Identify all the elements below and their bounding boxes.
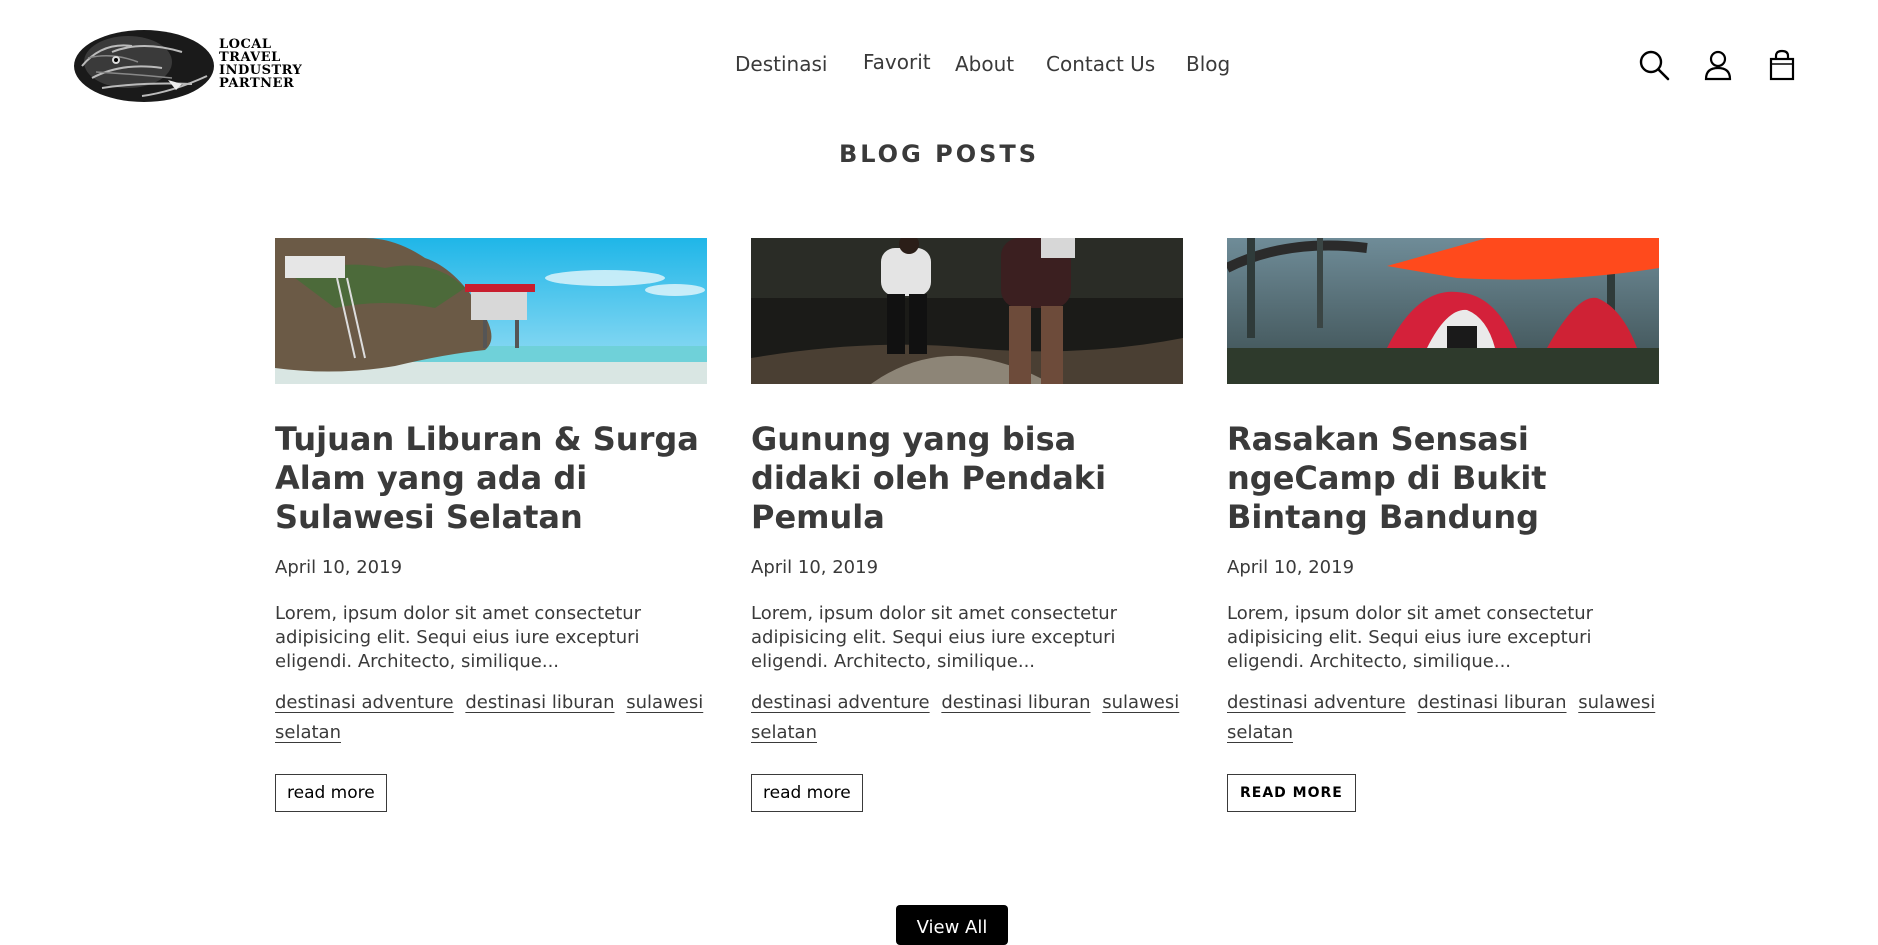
cart-icon[interactable] bbox=[1766, 48, 1798, 82]
tag-link[interactable]: destinasi liburan bbox=[941, 692, 1090, 713]
nav-item-blog[interactable]: Blog bbox=[1186, 52, 1230, 76]
blog-card: Tujuan Liburan & Surga Alam yang ada di … bbox=[275, 238, 707, 812]
read-more-button[interactable]: read more bbox=[751, 774, 863, 812]
header-icons bbox=[1638, 48, 1798, 82]
tag-link[interactable]: destinasi adventure bbox=[751, 692, 930, 713]
blog-card-title[interactable]: Rasakan Sensasi ngeCamp di Bukit Bintang… bbox=[1227, 420, 1659, 537]
blog-card-excerpt: Lorem, ipsum dolor sit amet consectetur … bbox=[275, 603, 642, 672]
section-title: BLOG POSTS bbox=[838, 140, 1040, 168]
blog-card-image[interactable] bbox=[751, 238, 1183, 384]
blog-card-date: April 10, 2019 bbox=[275, 557, 403, 578]
blog-card-excerpt: Lorem, ipsum dolor sit amet consectetur … bbox=[1227, 603, 1594, 672]
view-all-button[interactable]: View All bbox=[896, 905, 1008, 945]
blog-card: Gunung yang bisa didaki oleh Pendaki Pem… bbox=[751, 238, 1183, 812]
blog-card-tags: destinasi adventure destinasi liburan su… bbox=[751, 688, 1183, 748]
main-nav: Destinasi Favorit About Contact Us Blog bbox=[0, 50, 1878, 82]
search-icon[interactable] bbox=[1638, 48, 1670, 82]
read-more-button[interactable]: read more bbox=[275, 774, 387, 812]
blog-grid: Tujuan Liburan & Surga Alam yang ada di … bbox=[275, 238, 1665, 812]
tag-link[interactable]: destinasi liburan bbox=[1417, 692, 1566, 713]
blog-card-image[interactable] bbox=[275, 238, 707, 384]
read-more-button[interactable]: READ MORE bbox=[1227, 774, 1356, 812]
blog-card-title[interactable]: Tujuan Liburan & Surga Alam yang ada di … bbox=[275, 420, 707, 537]
blog-card-date: April 10, 2019 bbox=[1227, 557, 1355, 578]
tag-link[interactable]: destinasi liburan bbox=[465, 692, 614, 713]
nav-item-contact-us[interactable]: Contact Us bbox=[1046, 52, 1155, 76]
blog-card-tags: destinasi adventure destinasi liburan su… bbox=[275, 688, 707, 748]
nav-item-destinasi[interactable]: Destinasi bbox=[735, 52, 827, 76]
nav-item-favorit[interactable]: Favorit bbox=[863, 50, 931, 74]
blog-card-excerpt: Lorem, ipsum dolor sit amet consectetur … bbox=[751, 603, 1118, 672]
blog-card-tags: destinasi adventure destinasi liburan su… bbox=[1227, 688, 1659, 748]
blog-card: Rasakan Sensasi ngeCamp di Bukit Bintang… bbox=[1227, 238, 1659, 812]
site-header: LOCAL TRAVEL INDUSTRY PARTNER Destinasi … bbox=[0, 0, 1878, 130]
tag-link[interactable]: destinasi adventure bbox=[1227, 692, 1406, 713]
blog-card-image[interactable] bbox=[1227, 238, 1659, 384]
account-icon[interactable] bbox=[1702, 48, 1734, 82]
blog-card-title[interactable]: Gunung yang bisa didaki oleh Pendaki Pem… bbox=[751, 420, 1183, 537]
blog-card-date: April 10, 2019 bbox=[751, 557, 879, 578]
nav-item-about[interactable]: About bbox=[955, 52, 1014, 76]
tag-link[interactable]: destinasi adventure bbox=[275, 692, 454, 713]
